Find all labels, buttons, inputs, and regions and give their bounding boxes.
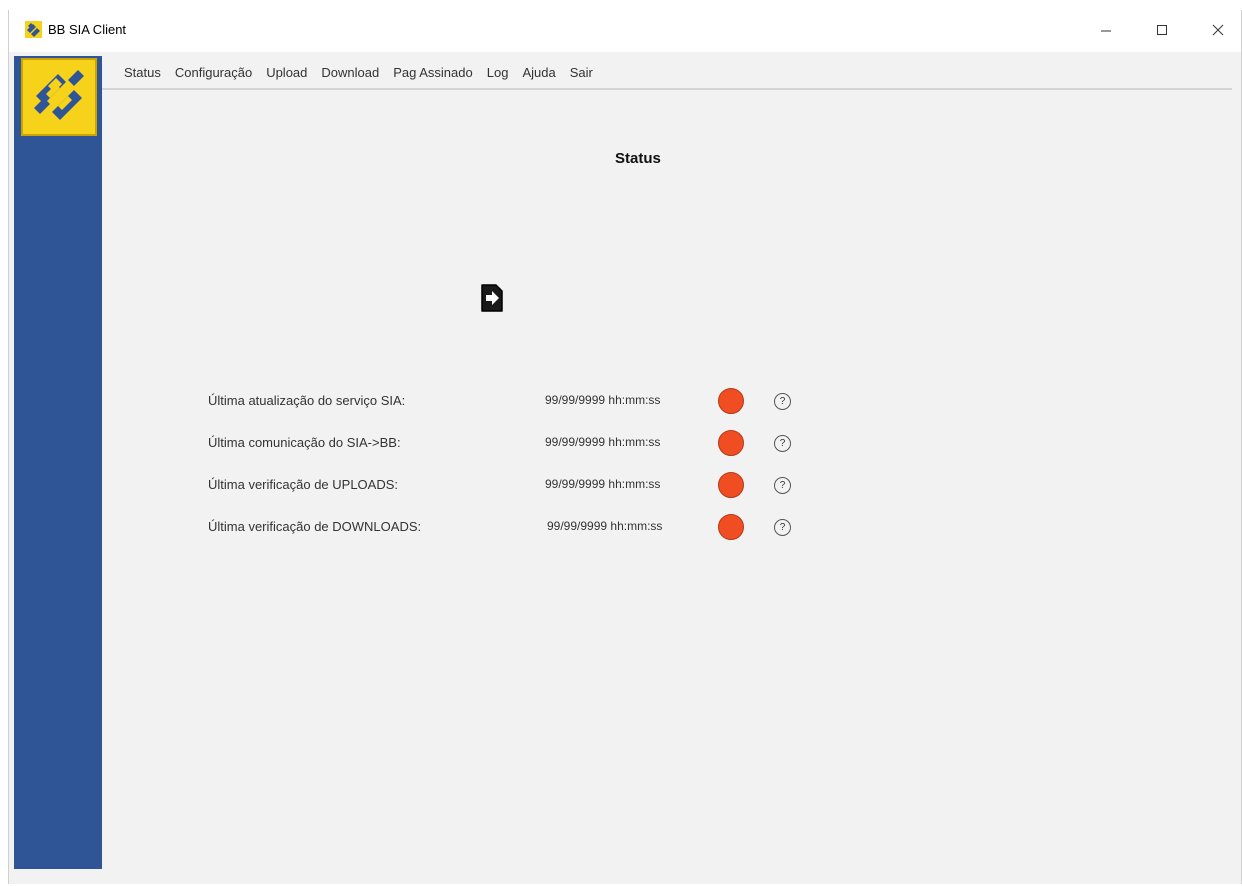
bb-logo: [21, 58, 97, 136]
status-row-verificacao-downloads: Última verificação de DOWNLOADS: 99/99/9…: [208, 513, 828, 543]
status-indicator: [718, 472, 744, 498]
status-row-comunicacao-sia-bb: Última comunicação do SIA->BB: 99/99/999…: [208, 429, 828, 459]
status-indicator: [718, 430, 744, 456]
help-icon[interactable]: ?: [774, 519, 791, 536]
menu-bar: Status Configuração Upload Download Pag …: [102, 56, 1232, 90]
status-row-label: Última verificação de UPLOADS:: [208, 477, 399, 492]
exit-icon[interactable]: [478, 282, 506, 314]
minimize-button[interactable]: [1083, 10, 1129, 50]
maximize-icon: [1157, 25, 1167, 35]
page-title: Status: [615, 150, 661, 167]
status-row-timestamp: 99/99/9999 hh:mm:ss: [545, 477, 661, 491]
window-title: BB SIA Client: [48, 22, 127, 37]
menu-item-download[interactable]: Download: [320, 63, 380, 82]
menu-item-pag-assinado[interactable]: Pag Assinado: [392, 63, 474, 82]
status-row-label: Última atualização do serviço SIA:: [208, 393, 406, 408]
bb-app-icon: [25, 21, 42, 38]
status-row-label: Última comunicação do SIA->BB:: [208, 435, 401, 450]
maximize-button[interactable]: [1139, 10, 1185, 50]
help-icon[interactable]: ?: [774, 393, 791, 410]
menu-item-ajuda[interactable]: Ajuda: [521, 63, 556, 82]
status-row-timestamp: 99/99/9999 hh:mm:ss: [547, 519, 663, 533]
bb-logo-icon: [34, 70, 84, 120]
menu-item-log[interactable]: Log: [486, 63, 510, 82]
close-icon: [1212, 24, 1224, 36]
menu-item-configuracao[interactable]: Configuração: [174, 63, 253, 82]
help-icon[interactable]: ?: [774, 435, 791, 452]
status-row-timestamp: 99/99/9999 hh:mm:ss: [545, 393, 661, 407]
close-button[interactable]: [1195, 10, 1241, 50]
sidebar: [14, 56, 102, 869]
menu-item-upload[interactable]: Upload: [265, 63, 308, 82]
help-icon[interactable]: ?: [774, 477, 791, 494]
title-bar: BB SIA Client: [9, 10, 1241, 52]
status-row-servico-sia: Última atualização do serviço SIA: 99/99…: [208, 387, 828, 417]
menu-item-status[interactable]: Status: [123, 63, 162, 82]
status-indicator: [718, 388, 744, 414]
status-indicator: [718, 514, 744, 540]
menu-item-sair[interactable]: Sair: [569, 63, 594, 82]
minimize-icon: [1101, 30, 1111, 32]
status-row-verificacao-uploads: Última verificação de UPLOADS: 99/99/999…: [208, 471, 828, 501]
status-row-timestamp: 99/99/9999 hh:mm:ss: [545, 435, 661, 449]
status-row-label: Última verificação de DOWNLOADS:: [208, 519, 422, 534]
